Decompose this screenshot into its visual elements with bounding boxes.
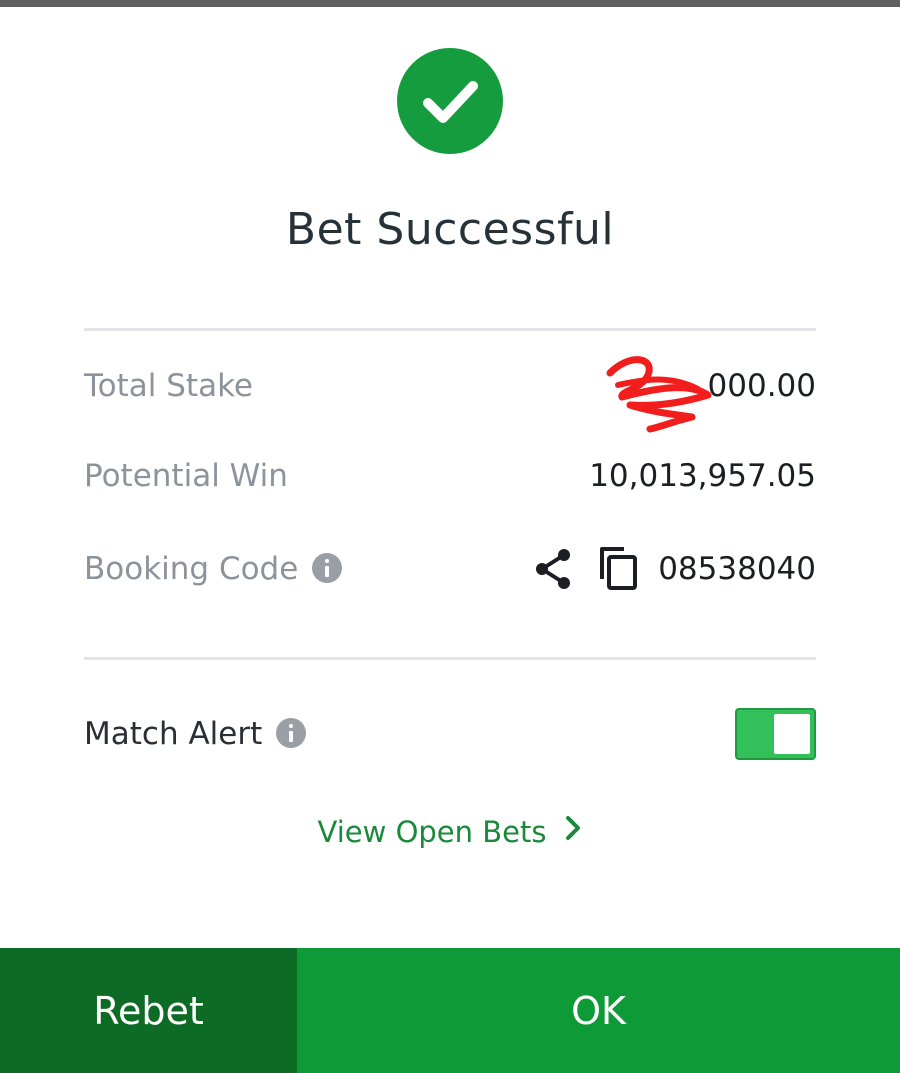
potential-win-label: Potential Win [84, 458, 288, 494]
match-alert-toggle[interactable] [735, 708, 816, 760]
check-circle-icon [397, 48, 503, 154]
booking-code-label: Booking Code [84, 551, 299, 587]
bet-success-dialog: Bet Successful Total Stake .000.00 Poten… [0, 0, 900, 1073]
total-stake-label: Total Stake [84, 368, 254, 404]
rebet-button[interactable]: Rebet [0, 948, 297, 1073]
potential-win-value: 10,013,957.05 [589, 458, 816, 494]
top-edge-bar [0, 0, 900, 7]
match-alert-row: Match Alert [84, 716, 307, 752]
match-alert-label: Match Alert [84, 716, 263, 752]
info-icon[interactable] [312, 552, 343, 583]
view-open-bets-label: View Open Bets [317, 815, 547, 849]
divider-top [84, 328, 816, 331]
booking-code-row: Booking Code [84, 551, 343, 587]
chevron-right-icon [564, 814, 582, 849]
redaction-scribble [606, 356, 712, 433]
booking-code-value[interactable]: 08538040 [658, 551, 816, 587]
ok-button[interactable]: OK [297, 948, 900, 1073]
divider-bottom [84, 657, 816, 660]
view-open-bets-link[interactable]: View Open Bets [0, 815, 900, 852]
dialog-title: Bet Successful [285, 204, 615, 255]
toggle-knob [774, 714, 810, 754]
share-icon[interactable] [533, 545, 575, 593]
copy-icon[interactable] [598, 545, 640, 593]
info-icon[interactable] [276, 717, 307, 748]
